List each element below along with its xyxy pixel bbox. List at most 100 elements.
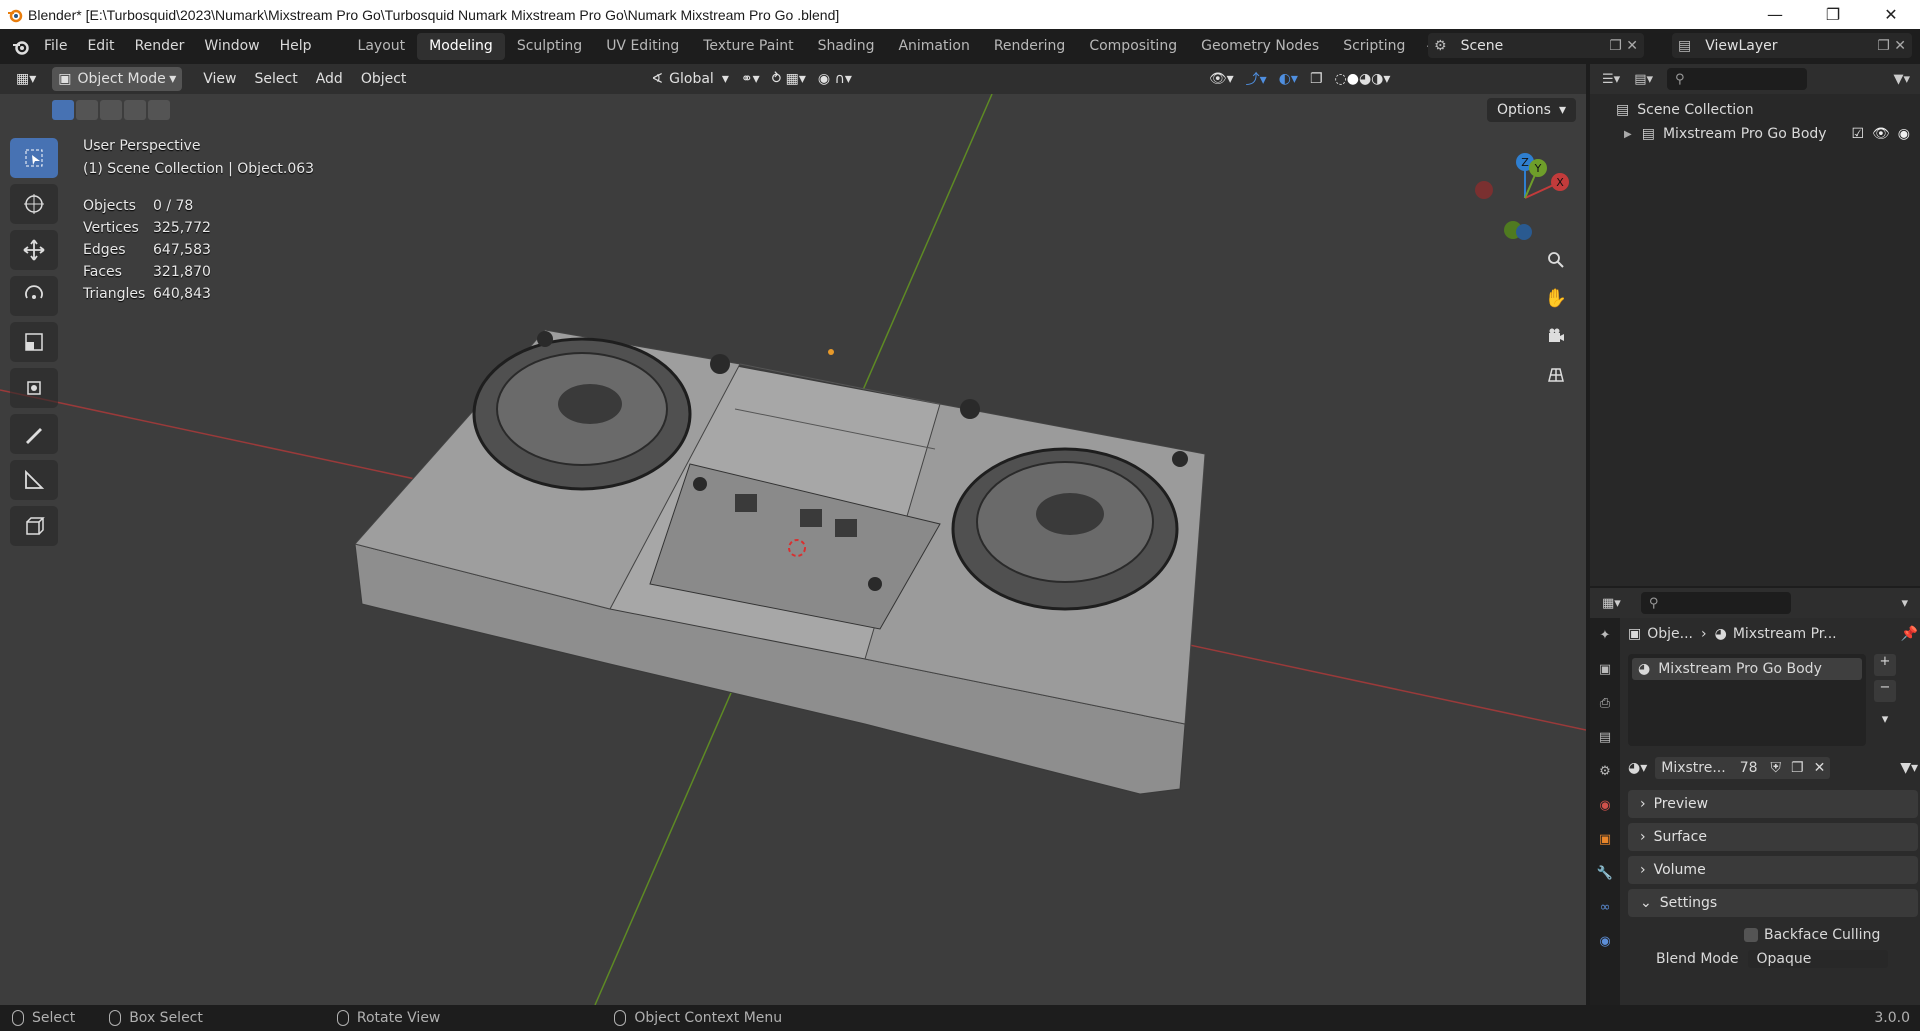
camera-icon[interactable]: ◉: [1898, 126, 1910, 142]
tool-tab-icon[interactable]: ✦: [1590, 618, 1620, 652]
tab-uv-editing[interactable]: UV Editing: [594, 33, 691, 60]
mode-selector[interactable]: ▣ Object Mode ▾: [52, 67, 183, 91]
navigation-gizmo[interactable]: Z Y X: [1470, 148, 1580, 248]
outliner-editor-icon[interactable]: ☰▾: [1602, 72, 1620, 87]
move-tool-icon[interactable]: [10, 230, 58, 270]
gizmo-toggle-icon[interactable]: ⤴▾: [1240, 67, 1273, 91]
wireframe-shading-icon[interactable]: ◌: [1335, 71, 1347, 87]
menu-help[interactable]: Help: [270, 29, 322, 64]
pin-icon[interactable]: 📌: [1901, 626, 1918, 642]
xray-toggle-icon[interactable]: ❐: [1304, 67, 1329, 91]
add-cube-tool-icon[interactable]: [10, 506, 58, 546]
transform-orientation-selector[interactable]: ∢ Global ▾: [645, 67, 734, 91]
material-slot-item[interactable]: ◕ Mixstream Pro Go Body: [1632, 658, 1862, 680]
blend-mode-select[interactable]: Opaque: [1748, 950, 1889, 968]
camera-view-icon[interactable]: [1540, 320, 1572, 352]
menu-window[interactable]: Window: [194, 29, 269, 64]
menu-edit[interactable]: Edit: [77, 29, 124, 64]
new-view-layer-icon[interactable]: ❐ ✕: [1877, 38, 1906, 54]
snap-icon[interactable]: ⥁ ▦▾: [766, 67, 812, 91]
panel-surface[interactable]: › Surface: [1628, 823, 1918, 851]
restore-button[interactable]: ❐: [1804, 0, 1862, 29]
node-tree-icon[interactable]: ▼▾: [1900, 760, 1918, 776]
scene-selector[interactable]: ⚙ Scene ❐ ✕: [1428, 33, 1644, 58]
proportional-edit-icon[interactable]: ◉ ∩▾: [812, 67, 858, 91]
tab-rendering[interactable]: Rendering: [982, 33, 1078, 60]
tab-animation[interactable]: Animation: [886, 33, 981, 60]
options-dropdown[interactable]: Options ▾: [1486, 98, 1576, 122]
tab-texture-paint[interactable]: Texture Paint: [691, 33, 805, 60]
fake-user-icon[interactable]: ⛨: [1765, 757, 1787, 779]
zoom-icon[interactable]: [1540, 244, 1572, 276]
view-layer-selector[interactable]: ▤ ViewLayer ❐ ✕: [1672, 33, 1912, 58]
material-slot-list[interactable]: ◕ Mixstream Pro Go Body: [1628, 654, 1866, 746]
editor-type-icon[interactable]: ▦▾: [10, 67, 42, 91]
world-tab-icon[interactable]: ◉: [1590, 788, 1620, 822]
select-invert-icon[interactable]: [124, 100, 146, 120]
menu-add[interactable]: Add: [307, 71, 352, 87]
pivot-point-icon[interactable]: ⚭▾: [735, 67, 766, 91]
outliner-item-scene-collection[interactable]: ▤ Scene Collection: [1590, 98, 1920, 122]
display-mode-icon[interactable]: ▤▾: [1634, 72, 1653, 87]
tab-compositing[interactable]: Compositing: [1077, 33, 1189, 60]
cursor-tool-icon[interactable]: [10, 184, 58, 224]
output-tab-icon[interactable]: ⎙: [1590, 686, 1620, 720]
view-layer-tab-icon[interactable]: ▤: [1590, 720, 1620, 754]
3d-viewport[interactable]: ▦▾ ▣ Object Mode ▾ View Select Add Objec…: [0, 64, 1586, 1005]
properties-search-input[interactable]: ⚲: [1640, 592, 1791, 614]
ortho-grid-icon[interactable]: [1540, 358, 1572, 390]
solid-shading-icon[interactable]: ●: [1347, 71, 1359, 87]
menu-object[interactable]: Object: [352, 71, 416, 87]
physics-tab-icon[interactable]: ◉: [1590, 924, 1620, 958]
properties-editor-icon[interactable]: ▦▾: [1602, 596, 1621, 611]
tab-shading[interactable]: Shading: [806, 33, 887, 60]
chevron-down-icon[interactable]: ▾: [1901, 596, 1908, 611]
select-box-tool-icon[interactable]: [10, 138, 58, 178]
particles-tab-icon[interactable]: ∞: [1590, 890, 1620, 924]
material-name-field[interactable]: Mixstre...: [1655, 757, 1732, 779]
checkbox-icon[interactable]: ☑: [1851, 126, 1864, 142]
modifier-tab-icon[interactable]: 🔧: [1590, 856, 1620, 890]
duplicate-icon[interactable]: ❐: [1786, 757, 1809, 779]
menu-view[interactable]: View: [194, 71, 245, 87]
transform-tool-icon[interactable]: [10, 368, 58, 408]
backface-culling-checkbox[interactable]: [1744, 928, 1758, 942]
minimize-button[interactable]: —: [1746, 0, 1804, 29]
rendered-shading-icon[interactable]: ◑: [1371, 71, 1383, 87]
pan-hand-icon[interactable]: ✋: [1540, 282, 1572, 314]
render-tab-icon[interactable]: ▣: [1590, 652, 1620, 686]
shading-modes[interactable]: ◌ ● ◕ ◑ ▾: [1329, 67, 1397, 91]
select-new-icon[interactable]: [52, 100, 74, 120]
close-button[interactable]: ✕: [1862, 0, 1920, 29]
select-extend-icon[interactable]: [76, 100, 98, 120]
object-tab-icon[interactable]: ▣: [1590, 822, 1620, 856]
panel-preview[interactable]: › Preview: [1628, 790, 1918, 818]
filter-icon[interactable]: ▼▾: [1893, 72, 1910, 87]
blender-menu-icon[interactable]: [8, 34, 34, 60]
material-shading-icon[interactable]: ◕: [1359, 71, 1371, 87]
chevron-down-icon[interactable]: ▾: [1874, 712, 1896, 734]
new-scene-icon[interactable]: ❐ ✕: [1609, 38, 1638, 54]
visibility-icon[interactable]: 👁▾: [1203, 67, 1240, 91]
eye-icon[interactable]: 👁: [1872, 126, 1890, 142]
select-subtract-icon[interactable]: [100, 100, 122, 120]
scene-tab-icon[interactable]: ⚙: [1590, 754, 1620, 788]
menu-render[interactable]: Render: [125, 29, 195, 64]
tab-scripting[interactable]: Scripting: [1331, 33, 1417, 60]
outliner-search-input[interactable]: ⚲: [1667, 68, 1807, 90]
tab-sculpting[interactable]: Sculpting: [505, 33, 594, 60]
tab-geometry-nodes[interactable]: Geometry Nodes: [1189, 33, 1331, 60]
user-count[interactable]: 78: [1731, 757, 1766, 779]
unlink-icon[interactable]: ✕: [1808, 757, 1831, 779]
measure-tool-icon[interactable]: [10, 460, 58, 500]
expand-arrow-icon[interactable]: ▶: [1624, 129, 1632, 140]
annotate-tool-icon[interactable]: [10, 414, 58, 454]
scale-tool-icon[interactable]: [10, 322, 58, 362]
tab-layout[interactable]: Layout: [346, 33, 418, 60]
material-browse-icon[interactable]: ◕▾: [1628, 760, 1647, 776]
menu-file[interactable]: File: [34, 29, 77, 64]
panel-settings[interactable]: ⌄ Settings: [1628, 889, 1918, 917]
outliner-item-body[interactable]: ▶ ▤ Mixstream Pro Go Body ☑ 👁 ◉: [1590, 122, 1920, 146]
remove-slot-button[interactable]: −: [1874, 680, 1896, 702]
select-intersect-icon[interactable]: [148, 100, 170, 120]
